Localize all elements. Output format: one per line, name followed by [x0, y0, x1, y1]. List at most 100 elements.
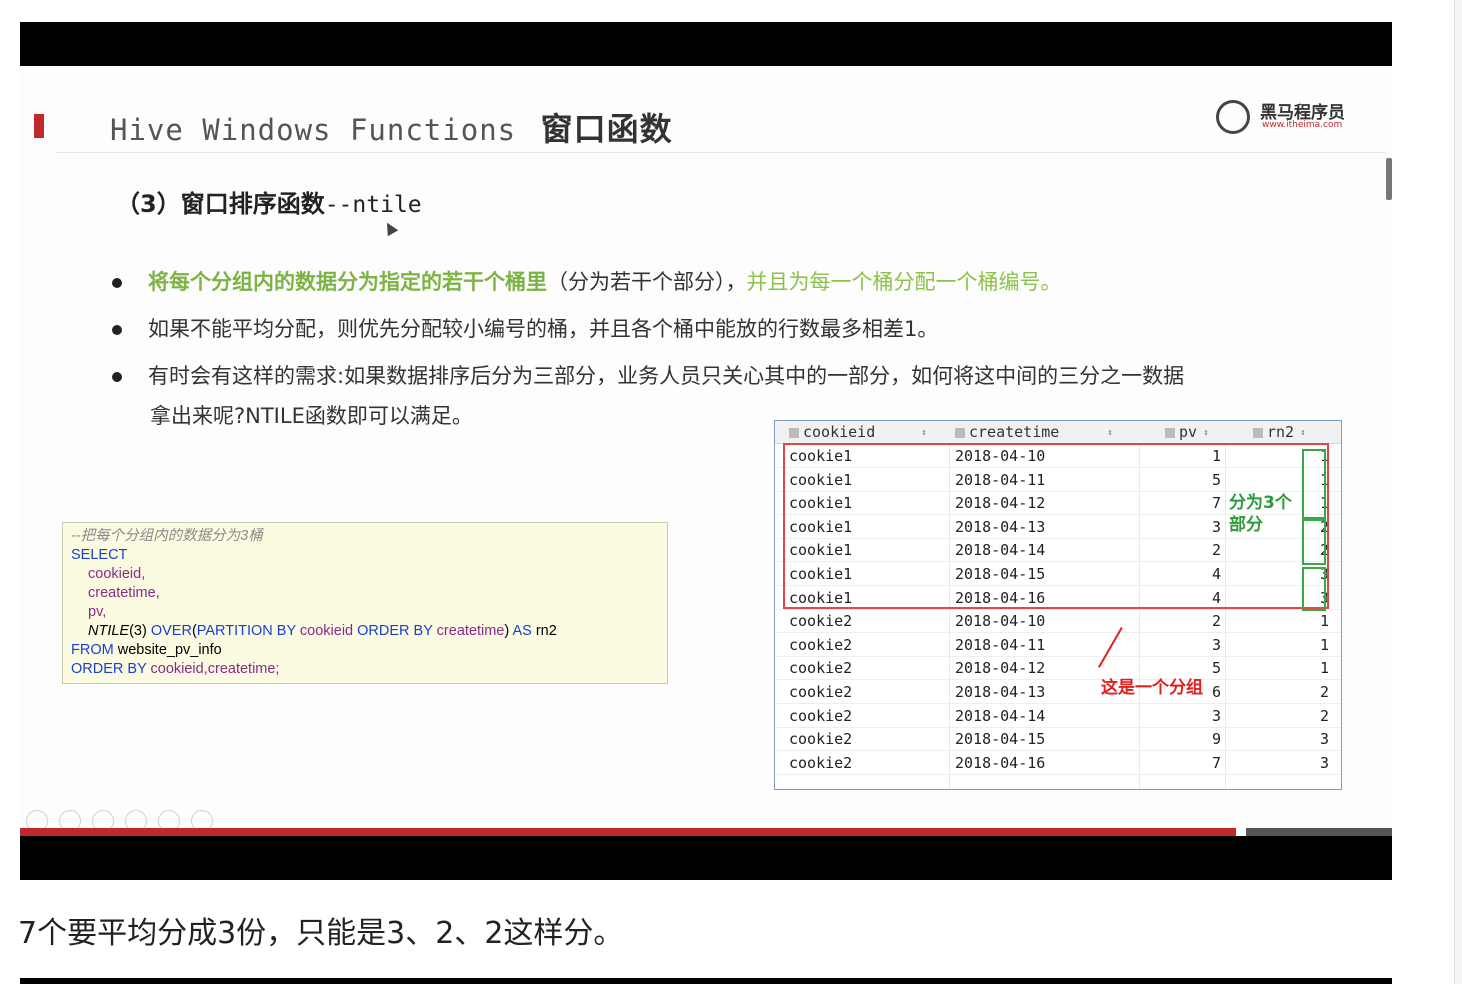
bullet-2-text: 如果不能平均分配，则优先分配较小编号的桶，并且各个桶中能放的行数最多相差1。 [148, 317, 939, 341]
table-header: cookieid ⇕ createtime ⇕ pv ⇕ rn2 ⇕ [775, 421, 1341, 444]
table-cell-rn2: 3 [1319, 753, 1329, 772]
bullet-2: 如果不能平均分配，则优先分配较小编号的桶，并且各个桶中能放的行数最多相差1。 [112, 313, 938, 343]
bullet-dot-icon [112, 372, 122, 382]
bucket-2-box [1302, 519, 1326, 565]
column-icon [1253, 427, 1263, 438]
sql-order-cols: cookieid,createtime; [150, 661, 280, 677]
video-progress-played[interactable] [20, 828, 1236, 836]
slide-title: Hive Windows Functions 窗口函数 [110, 104, 673, 150]
slide: Hive Windows Functions 窗口函数 黑马程序员 www.it… [20, 66, 1392, 836]
sql-comment: --把每个分组内的数据分为3桶 [71, 528, 263, 544]
header-label: rn2 [1267, 423, 1295, 441]
column-icon [789, 427, 799, 438]
table-row[interactable]: cookie2 2018-04-15 9 3 [775, 727, 1341, 752]
sql-over: OVER [150, 623, 192, 639]
table-cell-pv: 9 [1211, 730, 1221, 749]
sort-icon[interactable]: ⇕ [1107, 428, 1112, 438]
group-annotation: 这是一个分组 [1101, 678, 1203, 698]
table-cell-createtime: 2018-04-15 [955, 730, 1046, 749]
header-label: createtime [969, 423, 1060, 441]
table-row[interactable]: cookie2 2018-04-14 3 2 [775, 704, 1341, 728]
slide-scroll-handle[interactable] [1386, 158, 1392, 200]
table-cell-createtime: 2018-04-16 [955, 753, 1046, 772]
table-cell-cookieid: cookie2 [789, 683, 853, 701]
sql-orderby-line: ORDER BY cookieid,createtime; [71, 660, 659, 679]
logo-url: www.itheima.com [1262, 120, 1343, 130]
table-cell-cookieid: cookie2 [789, 706, 853, 725]
table-cell-createtime: 2018-04-12 [955, 659, 1046, 678]
table-cell-pv: 3 [1211, 706, 1221, 725]
table-cell-rn2: 2 [1319, 683, 1329, 701]
table-cell-cookieid: cookie2 [789, 753, 853, 772]
sql-ntile-line: NTILE(3) OVER(PARTITION BY cookieid ORDE… [71, 622, 659, 641]
section-subtitle: （3）窗口排序函数--ntile [116, 184, 422, 219]
table-cell-pv: 7 [1211, 753, 1221, 772]
next-video-edge [20, 978, 1392, 984]
table-row[interactable]: cookie2 2018-04-12 5 1 [775, 656, 1341, 681]
table-cell-cookieid: cookie2 [789, 659, 853, 678]
bullet-1-highlight: 将每个分组内的数据分为指定的若干个桶里 [148, 270, 547, 294]
sql-col-createtime: createtime, [88, 585, 160, 601]
subtitle-zh: （3）窗口排序函数 [116, 190, 325, 218]
result-table: cookieid ⇕ createtime ⇕ pv ⇕ rn2 ⇕ cookie1 20… [774, 420, 1342, 790]
sql-partition-col: cookieid [299, 623, 358, 639]
header-label: cookieid [803, 423, 876, 441]
column-icon [955, 427, 965, 438]
bucket-1-box [1302, 449, 1326, 519]
sort-icon[interactable]: ⇕ [921, 428, 926, 438]
table-cell-rn2: 1 [1319, 612, 1329, 631]
bullet-dot-icon [112, 278, 122, 288]
slide-title-en: Hive Windows Functions [110, 113, 517, 147]
sql-order-by-inner: ORDER BY [357, 623, 437, 639]
header-cookieid[interactable]: cookieid ⇕ [789, 423, 927, 441]
sql-ntile-arg: (3) [129, 623, 151, 639]
header-label: pv [1179, 423, 1198, 441]
bucket-3-box [1302, 567, 1326, 611]
header-rn2[interactable]: rn2 ⇕ [1253, 423, 1306, 441]
bullet-1-middle: （分为若干个部分）， [547, 270, 747, 294]
table-cell-pv: 2 [1211, 612, 1221, 631]
title-divider [56, 152, 1386, 153]
page-scrollbar[interactable] [1454, 0, 1462, 984]
video-progress-remaining[interactable] [1246, 828, 1392, 836]
table-cell-pv: 5 [1211, 659, 1221, 678]
bullet-3: 有时会有这样的需求:如果数据排序后分为三部分，业务人员只关心其中的一部分，如何将… [112, 360, 1184, 390]
table-row[interactable]: cookie2 2018-04-10 2 1 [775, 609, 1341, 634]
table-cell-rn2: 1 [1319, 635, 1329, 654]
caption-text: 7个要平均分成3份，只能是3、2、2这样分。 [18, 916, 624, 951]
mouse-cursor-icon [381, 219, 399, 237]
table-cell-createtime: 2018-04-13 [955, 683, 1046, 701]
table-cell-createtime: 2018-04-14 [955, 706, 1046, 725]
column-icon [1165, 427, 1175, 438]
table-row[interactable]: cookie2 2018-04-13 6 2 [775, 680, 1341, 704]
sql-ntile: NTILE [88, 623, 130, 639]
sql-col-cookieid: cookieid, [88, 566, 146, 582]
table-cell-createtime: 2018-04-10 [955, 612, 1046, 631]
table-row[interactable]: cookie2 2018-04-11 3 1 [775, 633, 1341, 657]
brand-logo: 黑马程序员 www.itheima.com [1216, 98, 1366, 140]
table-cell-cookieid: cookie2 [789, 730, 853, 749]
header-createtime[interactable]: createtime ⇕ [955, 423, 1113, 441]
table-cell-rn2: 1 [1319, 659, 1329, 678]
title-accent-bar [34, 114, 44, 138]
sql-from-line: FROM website_pv_info [71, 641, 659, 660]
bullet-1: 将每个分组内的数据分为指定的若干个桶里（分为若干个部分），并且为每一个桶分配一个… [112, 266, 1062, 296]
bucket-annotation: 分为3个部分 [1229, 493, 1292, 535]
sql-from: FROM [71, 642, 118, 658]
video-player[interactable]: Hive Windows Functions 窗口函数 黑马程序员 www.it… [20, 22, 1392, 880]
sql-partition-by: PARTITION BY [196, 623, 300, 639]
sql-order-col: createtime [436, 623, 505, 639]
sort-icon[interactable]: ⇕ [1203, 428, 1208, 438]
subtitle-code: --ntile [324, 192, 422, 218]
table-cell-rn2: 3 [1319, 730, 1329, 749]
sort-icon[interactable]: ⇕ [1300, 428, 1305, 438]
bullet-dot-icon [112, 325, 122, 335]
sql-code-box: --把每个分组内的数据分为3桶 SELECT cookieid, createt… [62, 522, 668, 684]
table-cell-createtime: 2018-04-11 [955, 635, 1046, 654]
horse-logo-icon [1216, 100, 1250, 134]
table-cell-cookieid: cookie2 [789, 612, 853, 631]
header-pv[interactable]: pv ⇕ [1165, 423, 1208, 441]
bullet-3-text: 有时会有这样的需求:如果数据排序后分为三部分，业务人员只关心其中的一部分，如何将… [148, 364, 1185, 388]
table-cell-pv: 6 [1211, 683, 1221, 701]
table-row[interactable]: cookie2 2018-04-16 7 3 [775, 751, 1341, 775]
